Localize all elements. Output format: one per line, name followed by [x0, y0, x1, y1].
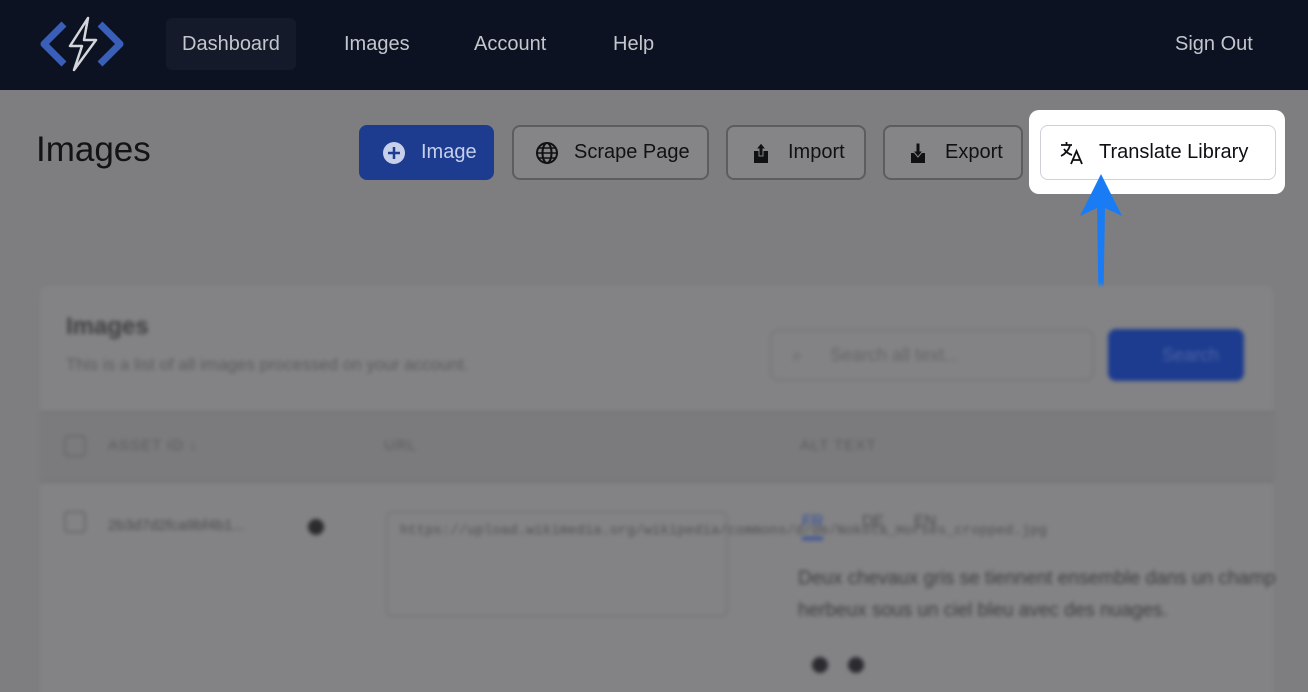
select-all-checkbox[interactable] [64, 435, 86, 457]
card-subtitle: This is a list of all images processed o… [66, 355, 469, 374]
globe-icon [534, 140, 560, 166]
search-input[interactable]: ⌕ Search all text... [770, 329, 1094, 381]
nav-help[interactable]: Help [597, 18, 670, 70]
add-image-label: Image [421, 141, 477, 163]
url-cell: https://upload.wikimedia.org/wikipedia/c… [386, 511, 1047, 617]
asset-id-cell: 2b3d7d2fca9bf4b1... [108, 517, 245, 534]
plus-circle-icon [381, 140, 407, 166]
download-icon [905, 140, 931, 166]
edit-icon[interactable] [848, 657, 864, 673]
nav-account[interactable]: Account [458, 18, 562, 70]
search-placeholder: Search all text... [830, 345, 960, 365]
column-asset-id[interactable]: ASSET ID ↓ [108, 437, 198, 454]
search-icon: ⌕ [792, 345, 803, 365]
scrape-page-label: Scrape Page [574, 141, 690, 163]
lock-icon [308, 519, 324, 535]
card-title: Images [66, 313, 149, 340]
import-label: Import [788, 141, 845, 163]
lang-tab-en[interactable]: EN [914, 513, 936, 531]
alt-text-cell: Deux chevaux gris se tiennent ensemble d… [798, 568, 1276, 621]
sign-out-link[interactable]: Sign Out [1159, 18, 1269, 70]
lang-tab-fr[interactable]: FR [802, 513, 824, 540]
column-alt-text: ALT TEXT [800, 437, 877, 454]
page-title: Images [36, 130, 151, 169]
lightning-bolt-logo[interactable] [40, 14, 124, 74]
export-button[interactable]: Export [883, 125, 1023, 180]
translate-icon [1059, 140, 1085, 166]
translate-library-button[interactable]: Translate Library [1040, 125, 1276, 180]
images-card: Images This is a list of all images proc… [40, 285, 1275, 692]
import-button[interactable]: Import [726, 125, 866, 180]
column-url: URL [384, 437, 418, 454]
nav-dashboard[interactable]: Dashboard [166, 18, 296, 70]
add-image-button[interactable]: Image [359, 125, 494, 180]
upload-icon [748, 140, 774, 166]
lang-tab-de[interactable]: DE [862, 513, 884, 531]
translate-library-label: Translate Library [1099, 141, 1249, 163]
search-button[interactable]: Search [1108, 329, 1244, 381]
scrape-page-button[interactable]: Scrape Page [512, 125, 709, 180]
nav-images[interactable]: Images [328, 18, 426, 70]
copy-icon[interactable] [812, 657, 828, 673]
export-label: Export [945, 141, 1003, 163]
top-navbar: Dashboard Images Account Help Sign Out [0, 0, 1308, 90]
row-checkbox[interactable] [64, 511, 86, 533]
table-header: ASSET ID ↓ URL ALT TEXT [40, 411, 1274, 483]
